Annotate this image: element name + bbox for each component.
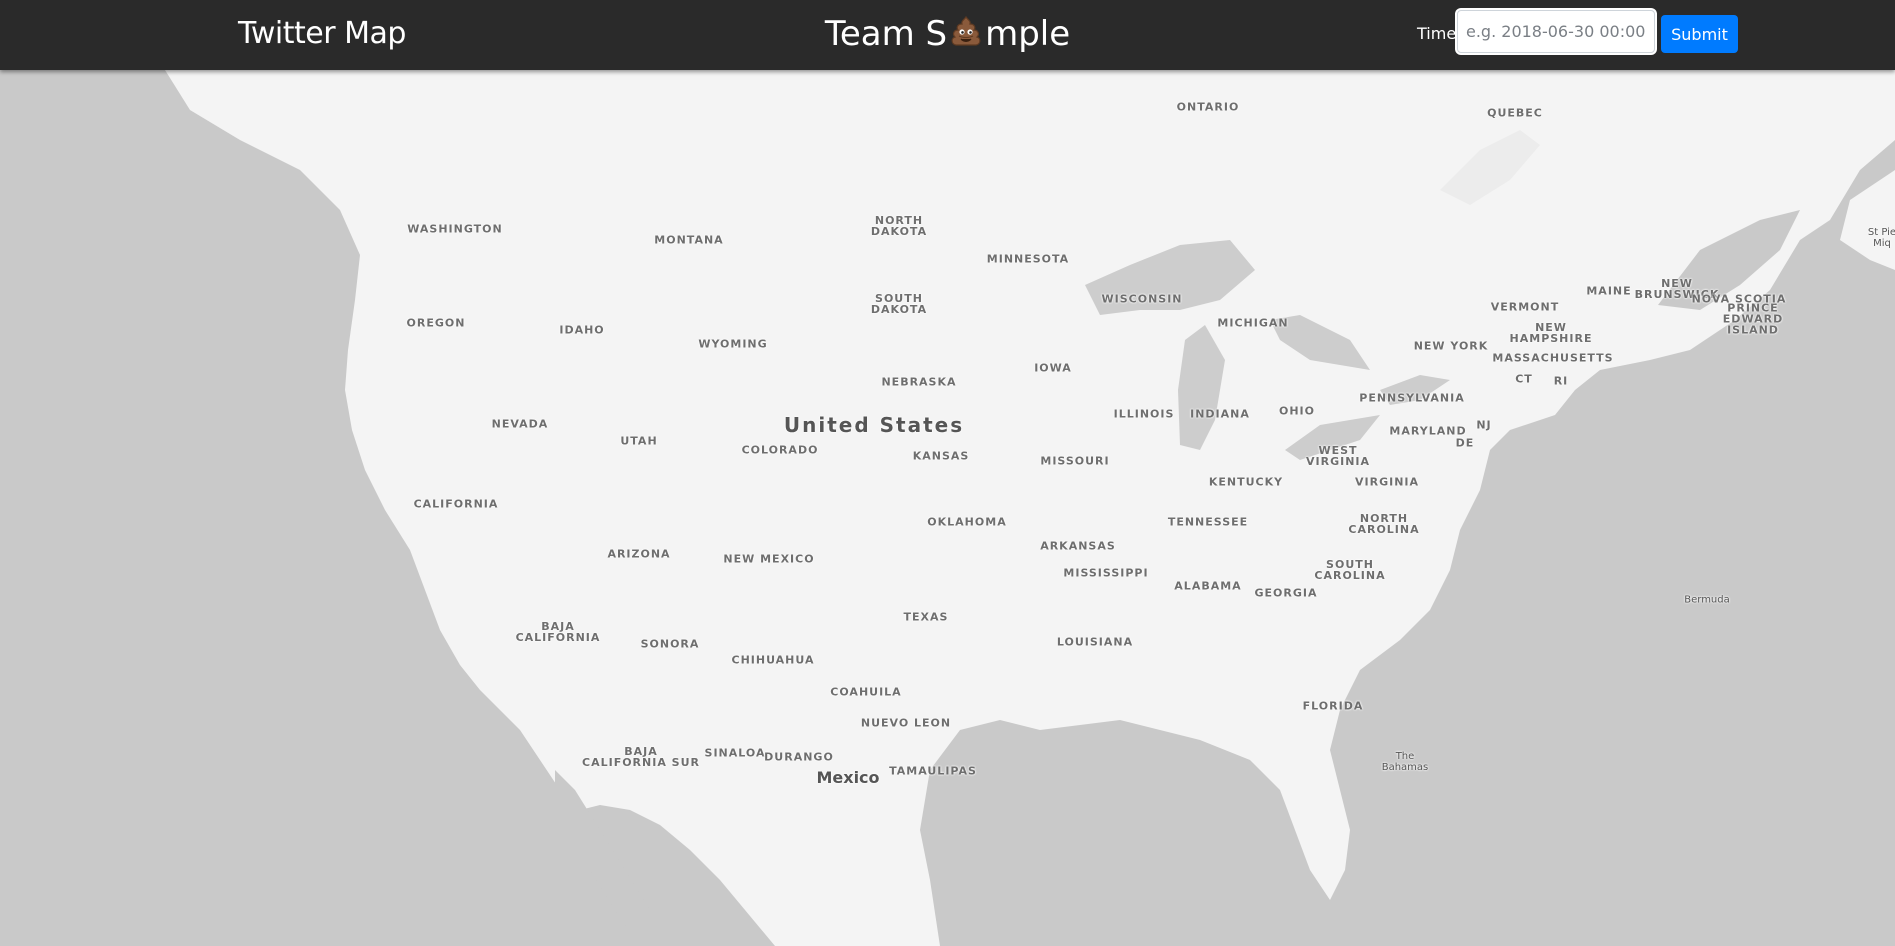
label-colorado: COLORADO [741,443,819,457]
label-massachusetts: MASSACHUSETTS [1492,351,1614,365]
label-florida: FLORIDA [1302,699,1364,713]
label-tamaulipas: TAMAULIPAS [889,764,977,778]
label-oregon: OREGON [406,316,466,330]
label-arkansas: ARKANSAS [1040,539,1116,553]
time-input[interactable] [1457,10,1655,53]
label-illinois: ILLINOIS [1113,407,1175,421]
label-ontario: ONTARIO [1176,100,1240,114]
label-maryland: MARYLAND [1389,424,1467,438]
label-kansas: KANSAS [912,449,970,463]
label-west-virginia: WEST VIRGINIA [1305,444,1371,468]
label-united-states: United States [783,413,965,437]
label-ohio: OHIO [1278,404,1316,418]
label-chihuahua: CHIHUAHUA [731,653,815,667]
navbar: Twitter Map Team Smple Time: Submit [0,0,1895,70]
label-virginia: VIRGINIA [1354,475,1420,489]
label-minnesota: MINNESOTA [986,252,1070,266]
label-alabama: ALABAMA [1174,579,1242,593]
label-georgia: GEORGIA [1254,586,1318,600]
label-sinaloa: SINALOA [704,746,766,760]
label-utah: UTAH [620,434,658,448]
label-north-carolina: NORTH CAROLINA [1348,512,1420,536]
label-new-york: NEW YORK [1413,339,1489,353]
label-wyoming: WYOMING [698,337,768,351]
label-new-hampshire: NEW HAMPSHIRE [1509,321,1593,345]
label-iowa: IOWA [1034,361,1072,375]
label-new-mexico: NEW MEXICO [723,552,815,566]
label-california: CALIFORNIA [413,497,499,511]
label-south-dakota: SOUTH DAKOTA [870,292,928,316]
label-washington: WASHINGTON [407,222,503,236]
label-ct: CT [1515,372,1533,386]
label-sonora: SONORA [640,637,700,651]
label-baja-california-sur: BAJA CALIFORNIA SUR [582,745,700,769]
map-canvas[interactable]: ONTARIO QUEBEC WASHINGTON MONTANA NORTH … [0,70,1895,946]
team-title-prefix: Team S [824,14,948,54]
label-texas: TEXAS [903,610,949,624]
label-montana: MONTANA [654,233,724,247]
label-durango: DURANGO [764,750,834,764]
label-nevada: NEVADA [491,417,549,431]
label-missouri: MISSOURI [1040,454,1110,468]
label-st-pierre: St Pie Miq [1867,227,1895,249]
time-label: Time: [1417,24,1462,43]
label-nuevo-leon: NUEVO LEON [860,716,952,730]
label-bermuda: Bermuda [1684,594,1730,606]
label-idaho: IDAHO [559,323,605,337]
label-louisiana: LOUISIANA [1056,635,1134,649]
label-baja-california: BAJA CALIFORNIA [515,620,601,644]
label-arizona: ARIZONA [607,547,671,561]
label-kentucky: KENTUCKY [1208,475,1284,489]
label-indiana: INDIANA [1190,407,1250,421]
label-tennessee: TENNESSEE [1167,515,1249,529]
label-michigan: MICHIGAN [1217,316,1289,330]
label-oklahoma: OKLAHOMA [927,515,1007,529]
label-maine: MAINE [1586,284,1632,298]
label-mississippi: MISSISSIPPI [1063,566,1149,580]
label-de: DE [1455,436,1475,450]
label-mexico: Mexico [816,768,880,787]
map-basemap [0,70,1895,946]
label-south-carolina: SOUTH CAROLINA [1314,558,1386,582]
pile-of-poo-icon [949,14,983,57]
label-nj: NJ [1476,418,1492,432]
submit-button[interactable]: Submit [1661,15,1738,53]
label-wisconsin: WISCONSIN [1101,292,1183,306]
label-coahuila: COAHUILA [830,685,902,699]
label-the-bahamas: The Bahamas [1381,751,1429,773]
label-nova-scotia: NOVA SCOTIA [1691,292,1787,306]
team-title-suffix: mple [985,14,1071,54]
label-pennsylvania: PENNSYLVANIA [1359,391,1465,405]
label-quebec: QUEBEC [1487,106,1543,120]
label-vermont: VERMONT [1490,300,1560,314]
label-prince-edward-island: PRINCE EDWARD ISLAND [1722,301,1784,337]
label-ri: RI [1553,374,1569,388]
label-nebraska: NEBRASKA [881,375,957,389]
label-north-dakota: NORTH DAKOTA [870,214,928,238]
